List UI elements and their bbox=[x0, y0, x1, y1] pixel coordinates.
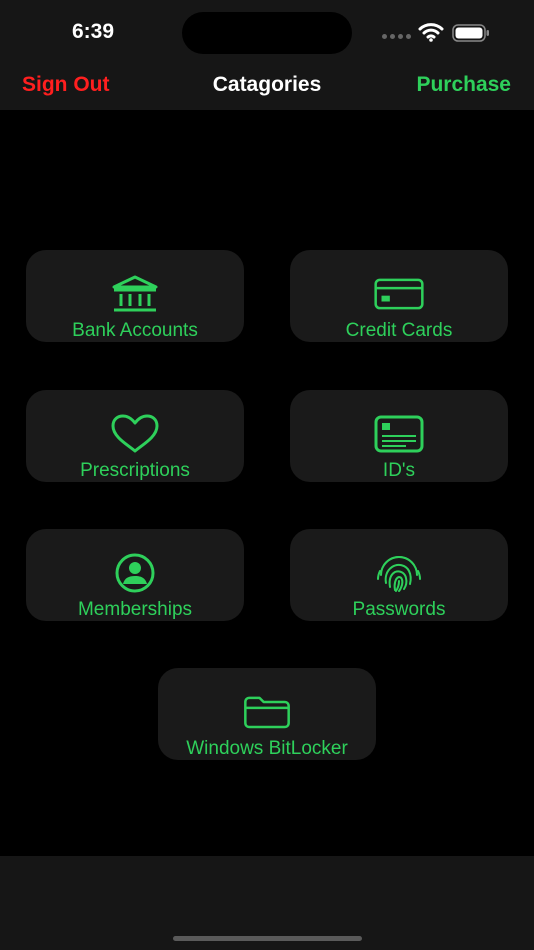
category-bank-accounts[interactable]: Bank Accounts bbox=[26, 250, 244, 342]
credit-card-icon bbox=[374, 274, 424, 314]
person-circle-icon bbox=[110, 553, 160, 593]
category-label: Bank Accounts bbox=[72, 320, 198, 341]
category-memberships[interactable]: Memberships bbox=[26, 529, 244, 621]
category-label: Windows BitLocker bbox=[186, 738, 348, 759]
bank-icon bbox=[110, 274, 160, 314]
id-card-icon bbox=[374, 414, 424, 454]
wifi-icon bbox=[418, 22, 444, 42]
purchase-button[interactable]: Purchase bbox=[416, 73, 511, 97]
category-label: Passwords bbox=[352, 599, 446, 620]
status-bar: 6:39 bbox=[0, 0, 534, 62]
category-label: Credit Cards bbox=[345, 320, 453, 341]
heart-icon bbox=[110, 414, 160, 454]
category-windows-bitlocker[interactable]: Windows BitLocker bbox=[158, 668, 376, 760]
category-label: ID's bbox=[382, 460, 416, 481]
categories-grid: Bank Accounts Credit Cards Prescriptions bbox=[0, 110, 534, 856]
category-label: Prescriptions bbox=[80, 460, 190, 481]
battery-icon bbox=[452, 24, 490, 42]
dynamic-island bbox=[182, 12, 352, 54]
category-passwords[interactable]: Passwords bbox=[290, 529, 508, 621]
category-label: Memberships bbox=[77, 599, 193, 620]
category-ids[interactable]: ID's bbox=[290, 390, 508, 482]
category-prescriptions[interactable]: Prescriptions bbox=[26, 390, 244, 482]
sign-out-button[interactable]: Sign Out bbox=[22, 73, 110, 97]
bottom-bar bbox=[0, 856, 534, 950]
home-indicator[interactable] bbox=[173, 936, 362, 941]
folder-icon bbox=[242, 692, 292, 732]
navigation-bar: Catagories Sign Out Purchase bbox=[0, 62, 534, 110]
signal-dots-icon bbox=[382, 34, 411, 39]
fingerprint-icon bbox=[374, 553, 424, 593]
category-credit-cards[interactable]: Credit Cards bbox=[290, 250, 508, 342]
status-time: 6:39 bbox=[72, 20, 115, 43]
